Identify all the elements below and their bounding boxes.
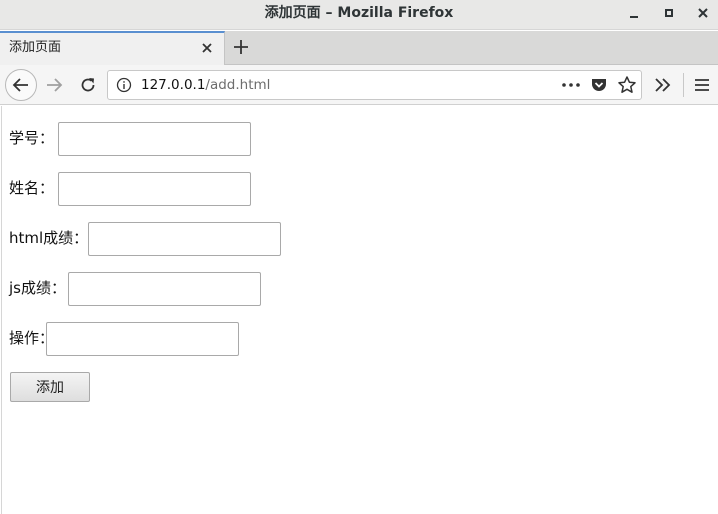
url-bar[interactable]: 127.0.0.1/add.html <box>107 70 642 100</box>
new-tab-icon[interactable] <box>230 36 252 58</box>
reload-button[interactable] <box>76 73 100 97</box>
url-path: /add.html <box>205 77 271 93</box>
maximize-button[interactable] <box>659 4 679 22</box>
overflow-chevrons-icon[interactable] <box>652 75 674 95</box>
operation-label: 操作： <box>9 329 47 347</box>
url-host: 127.0.0.1 <box>141 77 206 93</box>
back-arrow-icon <box>12 78 28 92</box>
forward-button[interactable] <box>42 73 66 97</box>
add-button[interactable]: 添加 <box>10 372 90 402</box>
student-id-input[interactable] <box>58 122 251 156</box>
minimize-button[interactable] <box>624 4 644 22</box>
info-icon[interactable] <box>116 77 132 93</box>
student-id-label: 学号： <box>9 129 55 147</box>
window-titlebar: 添加页面 – Mozilla Firefox <box>0 0 718 30</box>
js-score-label: js成绩： <box>9 279 66 297</box>
window-close-button[interactable] <box>693 4 713 22</box>
html-score-input[interactable] <box>88 222 281 256</box>
name-label: 姓名： <box>9 179 55 197</box>
operation-input[interactable] <box>46 322 239 356</box>
reload-icon <box>81 78 95 92</box>
page-content: 学号： 姓名： html成绩： js成绩： 操作： 添加 <box>1 106 718 514</box>
js-score-input[interactable] <box>68 272 261 306</box>
bookmark-star-icon[interactable] <box>617 75 637 95</box>
close-icon <box>698 8 708 18</box>
tab-strip: 添加页面 <box>0 31 718 65</box>
tab-add-page[interactable]: 添加页面 <box>0 31 225 65</box>
minimize-icon <box>630 16 638 18</box>
window-title: 添加页面 – Mozilla Firefox <box>264 5 454 21</box>
toolbar-separator <box>683 73 684 97</box>
navigation-toolbar: 127.0.0.1/add.html <box>0 65 718 105</box>
name-input[interactable] <box>58 172 251 206</box>
pocket-icon[interactable] <box>590 76 608 94</box>
tab-label: 添加页面 <box>9 40 62 55</box>
back-button[interactable] <box>5 69 37 101</box>
page-actions-icon[interactable] <box>560 77 582 93</box>
tab-close-icon[interactable] <box>198 39 216 57</box>
html-score-label: html成绩： <box>9 229 89 247</box>
forward-arrow-icon <box>47 78 63 92</box>
url-text[interactable]: 127.0.0.1/add.html <box>141 71 270 99</box>
hamburger-menu-icon[interactable] <box>692 75 712 95</box>
maximize-icon <box>665 9 673 17</box>
